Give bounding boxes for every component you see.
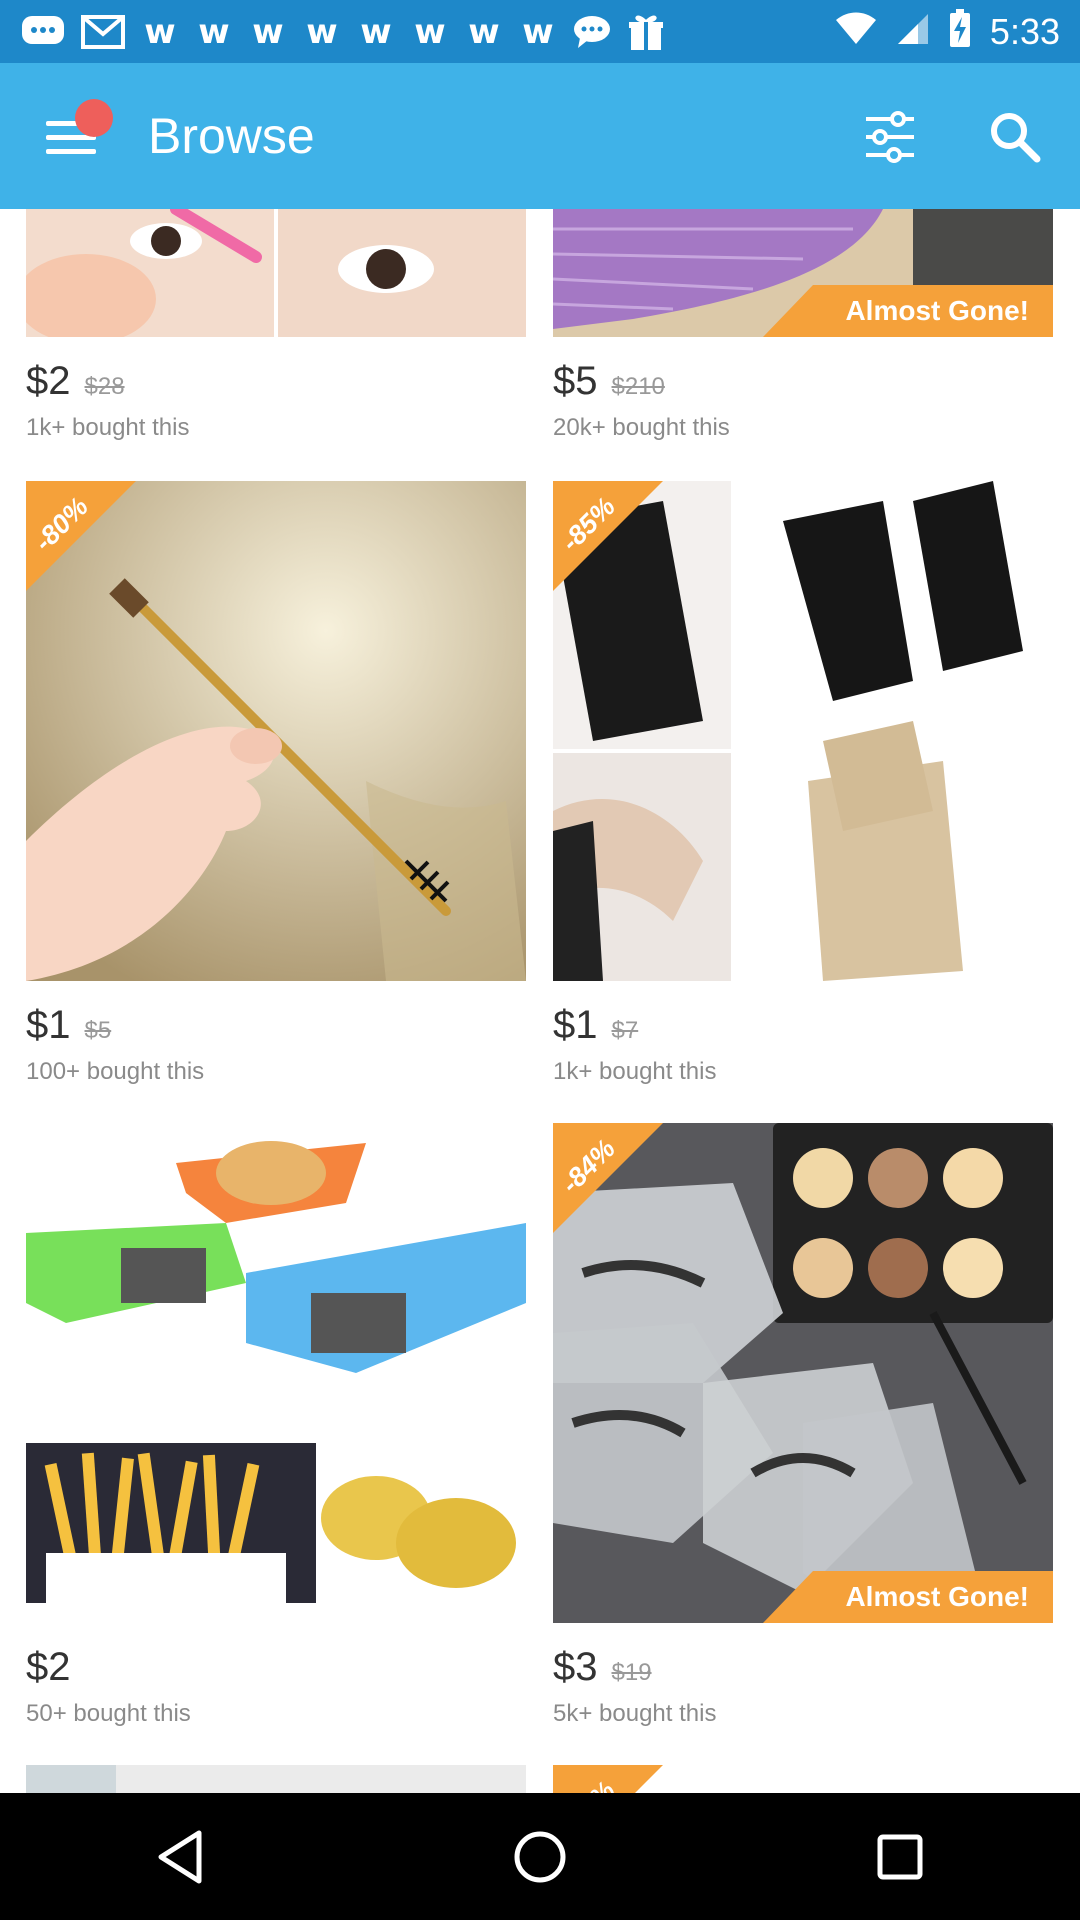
price: $1 xyxy=(553,1003,598,1047)
original-price: $19 xyxy=(611,1659,652,1686)
original-price: $28 xyxy=(84,373,125,400)
price-row: $3 $19 xyxy=(553,1645,1053,1690)
bought-count: 20k+ bought this xyxy=(553,414,730,441)
gmail-icon xyxy=(80,12,126,52)
signal-icon xyxy=(896,12,930,51)
recents-button[interactable] xyxy=(850,1807,950,1907)
search-button[interactable] xyxy=(985,107,1045,167)
product-card[interactable]: -80% $1 $5 100+ bought this xyxy=(26,481,526,1086)
price-row: $5 $210 xyxy=(553,359,1053,404)
discount-badge: -80% xyxy=(26,481,136,591)
notification-dot xyxy=(75,99,113,137)
product-image[interactable] xyxy=(26,1765,526,1793)
original-price: $5 xyxy=(84,1017,112,1044)
product-image[interactable]: -84% Almost Gone! xyxy=(553,1123,1053,1623)
search-icon xyxy=(991,113,1041,163)
menu-button[interactable] xyxy=(40,99,113,167)
w-app-icon: w xyxy=(306,11,338,52)
system-icons: 5:33 xyxy=(834,9,1060,54)
product-image[interactable]: -85% xyxy=(553,481,1053,981)
price: $2 xyxy=(26,359,71,403)
price: $1 xyxy=(26,1003,71,1047)
product-image[interactable] xyxy=(26,209,526,337)
product-grid[interactable]: $2 $28 1k+ bought this Almost Gone! $5 $… xyxy=(0,209,1080,1793)
product-card[interactable]: -80% xyxy=(553,1765,1053,1793)
message-icon xyxy=(20,12,66,52)
home-button[interactable] xyxy=(490,1807,590,1907)
w-app-icon: w xyxy=(414,11,446,52)
product-card[interactable]: $2 50+ bought this xyxy=(26,1123,526,1728)
w-app-icon: w xyxy=(252,11,284,52)
battery-charging-icon xyxy=(948,9,972,54)
system-nav-bar xyxy=(0,1793,1080,1920)
back-button[interactable] xyxy=(130,1807,230,1907)
notification-icons: w w w w w w w w xyxy=(20,12,666,52)
bought-count: 1k+ bought this xyxy=(26,414,190,441)
price-row: $2 $28 xyxy=(26,359,526,404)
bought-count: 1k+ bought this xyxy=(553,1058,717,1085)
product-card[interactable] xyxy=(26,1765,526,1793)
product-card[interactable]: Almost Gone! $5 $210 20k+ bought this xyxy=(553,209,1053,442)
product-image[interactable] xyxy=(26,1123,526,1623)
home-icon xyxy=(514,1831,566,1882)
price-row: $2 xyxy=(26,1645,526,1690)
w-app-icon: w xyxy=(522,11,554,52)
w-app-icon: w xyxy=(360,11,392,52)
original-price: $210 xyxy=(611,373,665,400)
product-card[interactable]: -84% Almost Gone! $3 $19 5k+ bought this xyxy=(553,1123,1053,1728)
filter-button[interactable] xyxy=(860,109,920,165)
price: $5 xyxy=(553,359,598,403)
product-image[interactable]: -80% xyxy=(26,481,526,981)
wifi-icon xyxy=(834,12,878,51)
back-icon xyxy=(158,1830,202,1883)
price: $3 xyxy=(553,1645,598,1689)
original-price: $7 xyxy=(611,1017,639,1044)
discount-badge: -80% xyxy=(553,1765,663,1793)
discount-badge: -85% xyxy=(553,481,663,591)
product-card[interactable]: $2 $28 1k+ bought this xyxy=(26,209,526,442)
chat-bubble-icon xyxy=(572,12,612,52)
price-row: $1 $5 xyxy=(26,1003,526,1048)
w-app-icon: w xyxy=(144,11,176,52)
product-image[interactable]: Almost Gone! xyxy=(553,209,1053,337)
price: $2 xyxy=(26,1645,71,1689)
page-title: Browse xyxy=(148,108,315,164)
bought-count: 50+ bought this xyxy=(26,1700,191,1727)
recents-icon xyxy=(877,1834,923,1879)
w-app-icon: w xyxy=(198,11,230,52)
w-app-icon: w xyxy=(468,11,500,52)
discount-badge: -84% xyxy=(553,1123,663,1233)
product-card[interactable]: -85% $1 $7 1k+ bought this xyxy=(553,481,1053,1086)
filter-icon xyxy=(866,111,914,163)
bought-count: 100+ bought this xyxy=(26,1058,205,1085)
almost-gone-badge: Almost Gone! xyxy=(763,285,1053,337)
bought-count: 5k+ bought this xyxy=(553,1700,717,1727)
price-row: $1 $7 xyxy=(553,1003,1053,1048)
product-image[interactable]: -80% xyxy=(553,1765,1053,1793)
clock: 5:33 xyxy=(989,10,1060,52)
gift-icon xyxy=(626,12,666,52)
app-bar: Browse xyxy=(0,63,1080,209)
status-bar: w w w w w w w w 5:33 xyxy=(0,0,1080,63)
almost-gone-badge: Almost Gone! xyxy=(763,1571,1053,1623)
